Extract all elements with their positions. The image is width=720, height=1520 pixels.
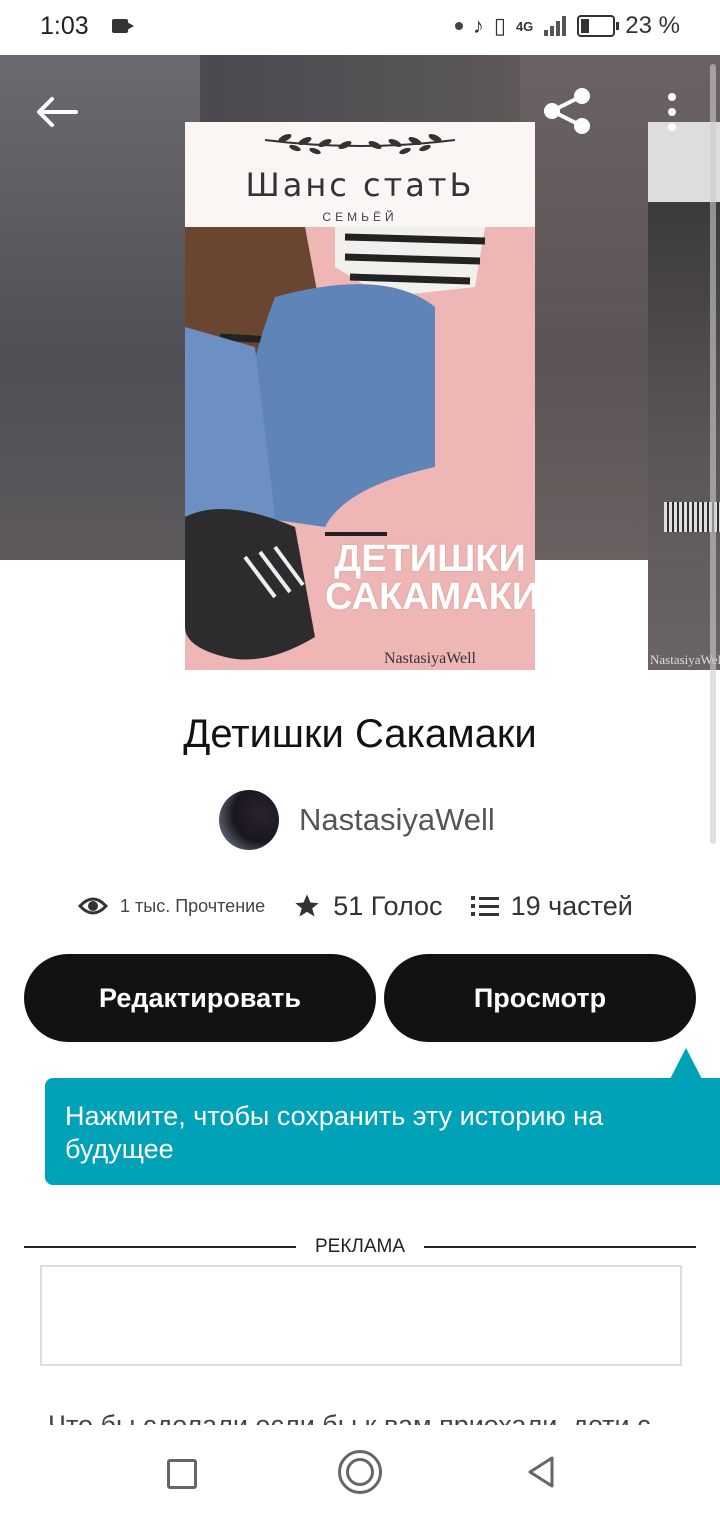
vibrate-icon: ▯ — [493, 13, 506, 38]
ad-divider-left — [24, 1246, 296, 1248]
reads-count: 1 тыс. Прочтение — [120, 895, 266, 916]
video-camera-icon — [112, 19, 134, 33]
cover-top-band: Шанс статЬ СЕМЬЁЙ — [185, 122, 535, 227]
home-icon[interactable] — [338, 1450, 382, 1494]
book-title: Детишки Сакамаки — [183, 712, 537, 756]
headset-icon: ♪ — [472, 13, 484, 38]
reads-stat: 1 тыс. Прочтение — [78, 895, 265, 917]
arrow-left-icon[interactable] — [32, 94, 80, 130]
cover-big-title: ДЕТИШКИ САКАМАКИ — [325, 538, 535, 618]
view-button[interactable]: Просмотр — [384, 954, 696, 1042]
author-link[interactable]: NastasiyaWell — [219, 790, 495, 850]
signal-icon — [544, 16, 567, 36]
more-vertical-icon[interactable] — [660, 90, 684, 134]
save-tooltip[interactable]: Нажмите, чтобы сохранить эту историю на … — [45, 1078, 720, 1185]
network-type: 4G — [515, 18, 534, 34]
eye-icon — [78, 897, 108, 915]
parts-count: 19 частей — [510, 890, 633, 921]
battery-percent: 23 % — [625, 12, 680, 39]
author-name[interactable]: NastasiyaWell — [299, 802, 495, 838]
back-triangle-icon[interactable] — [524, 1454, 560, 1490]
cover-author: NastasiyaWell — [383, 650, 476, 667]
book-cover[interactable]: Шанс статЬ СЕМЬЁЙ ДЕТИШКИ САКАМАКИ Nasta… — [185, 122, 535, 670]
status-icons: ♪ ▯ 4G 23 % — [454, 12, 680, 40]
edit-button[interactable]: Редактировать — [24, 954, 376, 1042]
story-stats: 1 тыс. Прочтение 51 Голос 19 частей — [78, 884, 661, 928]
ad-banner[interactable] — [40, 1265, 682, 1366]
share-icon[interactable] — [540, 86, 594, 136]
recent-apps-icon[interactable] — [167, 1459, 197, 1489]
cover-subtitle: СЕМЬЁЙ — [322, 210, 398, 224]
star-icon — [295, 894, 319, 917]
ad-divider-right — [424, 1246, 696, 1248]
votes-count: 51 Голос — [333, 890, 443, 921]
status-bar: 1:03 ♪ ▯ 4G 23 % — [0, 0, 720, 55]
votes-stat: 51 Голос — [293, 890, 443, 922]
parts-stat: 19 частей — [470, 890, 633, 922]
hero-blur-left — [0, 55, 200, 560]
cover-title: Шанс статЬ — [245, 166, 475, 204]
laurel-ornament-icon — [264, 133, 456, 155]
avatar[interactable] — [219, 790, 279, 850]
notification-dot-icon — [454, 22, 463, 30]
status-time: 1:03 — [40, 12, 89, 40]
tooltip-arrow — [670, 1048, 702, 1079]
cover-divider — [325, 532, 387, 536]
list-icon — [470, 896, 499, 916]
tooltip-text: Нажмите, чтобы сохранить эту историю на … — [65, 1101, 604, 1164]
battery-icon — [577, 15, 620, 37]
scrollbar[interactable] — [710, 64, 716, 844]
ad-label: РЕКЛАМА — [314, 1236, 406, 1257]
